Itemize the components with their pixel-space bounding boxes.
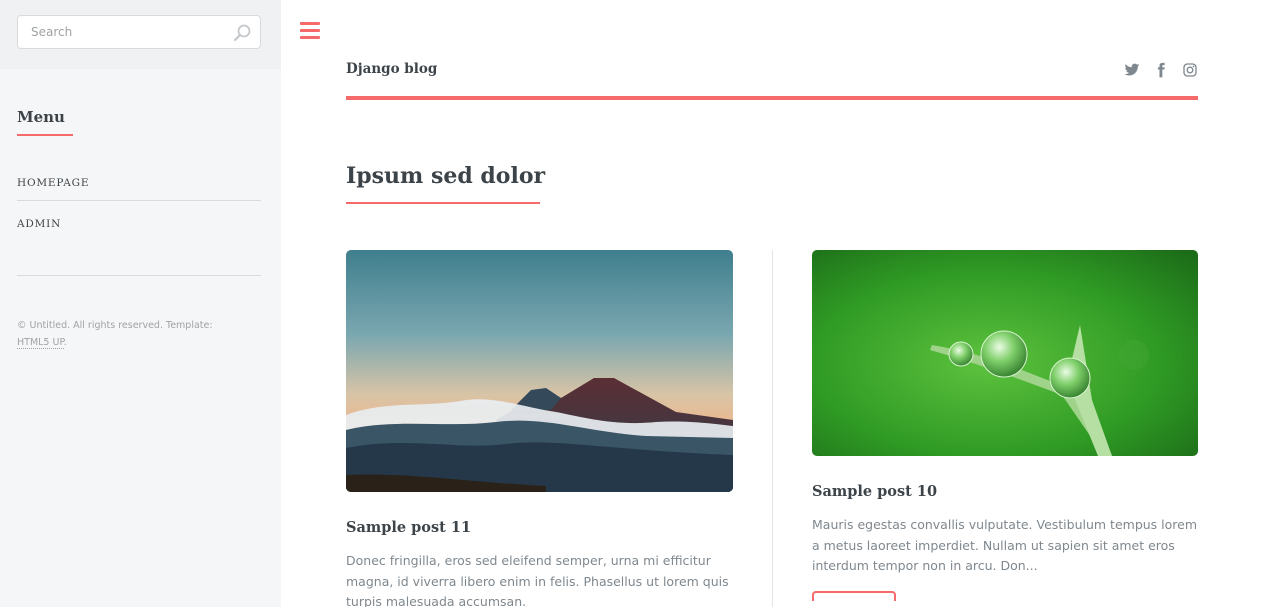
post-image-droplets[interactable] [812,250,1198,456]
post-excerpt: Mauris egestas convallis vulputate. Vest… [812,517,1198,573]
sidebar-footer: © Untitled. All rights reserved. Templat… [17,317,261,351]
search-section [0,0,281,69]
post-image-mountain[interactable] [346,250,733,492]
menu-toggle-icon[interactable] [300,22,320,39]
menu-list: HOMEPAGE ADMIN [17,166,261,243]
menu-divider [17,275,261,276]
post-title[interactable]: Sample post 11 [346,519,733,536]
site-logo[interactable]: Django blog [346,61,437,77]
search-input[interactable] [18,16,260,48]
search-icon[interactable] [232,23,252,43]
post-card: Sample post 10 Mauris egestas convallis … [812,250,1198,601]
menu-title: Menu [17,108,73,136]
social-icons [1124,62,1198,78]
copyright-end: . [63,337,67,348]
facebook-icon[interactable] [1153,62,1169,78]
twitter-icon[interactable] [1124,62,1140,78]
menu-item-homepage[interactable]: HOMEPAGE [17,166,261,201]
instagram-icon[interactable] [1182,62,1198,78]
more-button[interactable] [812,590,896,601]
sidebar-menu: Menu HOMEPAGE ADMIN [17,107,261,276]
post-excerpt: Donec fringilla, eros sed eleifend sempe… [346,553,729,607]
search-box[interactable] [17,15,261,49]
post-title[interactable]: Sample post 10 [812,483,1198,500]
template-link[interactable]: HTML5 UP [17,337,64,349]
menu-item-admin[interactable]: ADMIN [17,201,261,243]
sidebar: Menu HOMEPAGE ADMIN © Untitled. All righ… [0,0,281,607]
section-title: Ipsum sed dolor [346,163,545,204]
post-card: Sample post 11 Donec fringilla, eros sed… [346,250,733,607]
copyright-text: © Untitled. All rights reserved. Templat… [17,320,213,331]
column-divider [772,250,773,607]
site-header: Django blog [346,58,1198,100]
